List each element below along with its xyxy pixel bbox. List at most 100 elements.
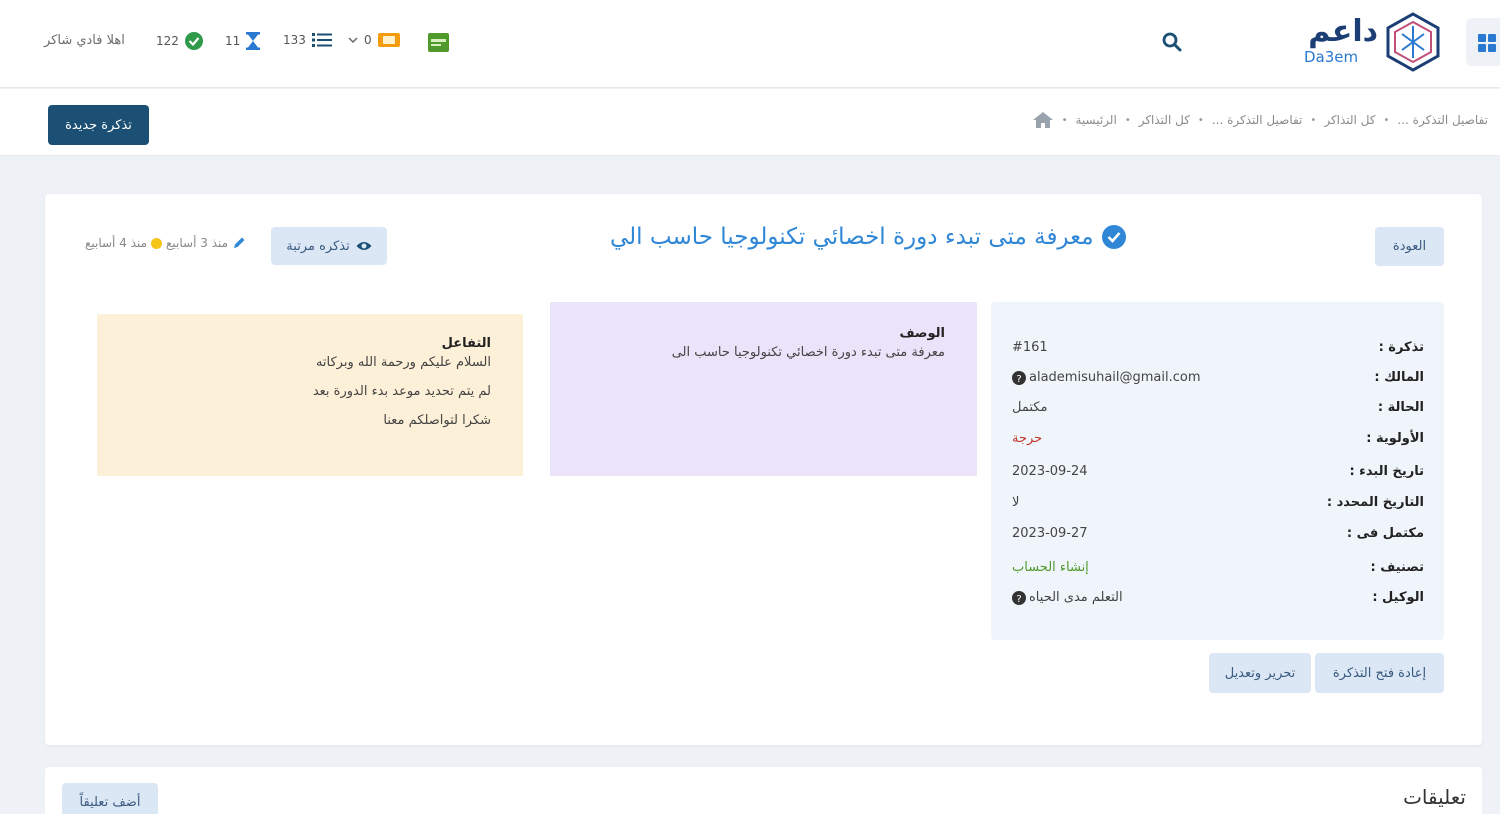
status-value: مكتمل (1012, 400, 1048, 415)
pending-count: 11 (225, 34, 241, 48)
ticket-details: تذكرة : #161 المالك : ? alademisuhail@gm… (991, 302, 1444, 640)
breadcrumb-item[interactable]: كل التذاكر (1139, 113, 1190, 127)
logo-text: داعم (1308, 14, 1378, 49)
interaction-heading: التفاعل (441, 336, 491, 351)
list-counter[interactable]: 133 (283, 32, 332, 48)
notice-button[interactable] (428, 33, 449, 52)
reopen-ticket-button[interactable]: إعادة فتح التذكرة (1315, 653, 1444, 693)
description-heading: الوصف (899, 326, 945, 341)
ticket-meta: منذ 3 أسابيع منذ 4 أسابيع (85, 236, 246, 250)
detail-label: تذكرة : (1378, 340, 1424, 355)
hourglass-icon (246, 32, 261, 50)
comments-title: تعليقات (1403, 785, 1466, 809)
top-header: داعم Da3em 0 133 11 122 اهلا فادي شاكر (0, 0, 1500, 88)
detail-row: التاريخ المحدد : لا (991, 495, 1444, 515)
detail-value: إنشاء الحساب (1012, 560, 1089, 575)
detail-row: المالك : ? alademisuhail@gmail.com (991, 370, 1444, 390)
back-button[interactable]: العودة (1375, 227, 1444, 266)
detail-row: الوكيل : ? التعلم مدى الحياه (991, 590, 1444, 610)
detail-label: تصنيف : (1370, 560, 1424, 575)
detail-row: الأولوية : حرجة (991, 431, 1444, 451)
sorted-ticket-button[interactable]: تذكره مرتبة (271, 227, 387, 265)
id-card-icon (428, 33, 449, 52)
breadcrumb-separator: • (1383, 114, 1390, 126)
detail-value: مكتمل (1012, 400, 1047, 415)
detail-value: ? التعلم مدى الحياه (1012, 590, 1123, 605)
chevron-down-icon (348, 37, 358, 44)
detail-value: حرجة (1012, 431, 1042, 446)
interaction-line: لم يتم تحديد موعد بدء الدورة بعد (312, 384, 491, 399)
ticket-title: معرفة متى تبدء دورة اخصائي تكنولوجيا حاس… (610, 224, 1126, 250)
apps-menu-button[interactable] (1466, 18, 1500, 66)
list-count: 133 (283, 33, 306, 47)
tickets-count: 0 (364, 33, 372, 47)
logo[interactable]: داعم Da3em (1296, 12, 1446, 72)
list-icon (311, 33, 332, 47)
detail-row: تاريخ البدء : 2023-09-24 (991, 464, 1444, 484)
check-circle-icon (184, 32, 203, 50)
detail-value: ? alademisuhail@gmail.com (1012, 370, 1201, 385)
breadcrumb-item[interactable]: تفاصيل التذكرة ... (1397, 113, 1488, 127)
due-date-value: لا (1012, 495, 1020, 510)
add-comment-button[interactable]: أضف تعليقاً (62, 783, 158, 814)
eye-icon (356, 242, 372, 250)
breadcrumb-bar: تذكرة جديدة • الرئيسية • كل التذاكر • تف… (0, 89, 1500, 156)
home-icon[interactable] (1032, 111, 1054, 129)
completed-count: 122 (156, 34, 179, 48)
breadcrumb: • الرئيسية • كل التذاكر • تفاصيل التذكرة… (1032, 111, 1488, 129)
breadcrumb-item[interactable]: تفاصيل التذكرة ... (1212, 113, 1303, 127)
detail-row: تصنيف : إنشاء الحساب (991, 560, 1444, 580)
edit-ticket-button[interactable]: تحرير وتعديل (1209, 653, 1311, 693)
detail-label: الأولوية : (1366, 431, 1424, 446)
status-dot-icon (151, 237, 163, 249)
interaction-box: التفاعل السلام عليكم ورحمة الله وبركاته … (97, 314, 523, 476)
breadcrumb-separator: • (1124, 114, 1131, 126)
ticket-card: العودة معرفة متى تبدء دورة اخصائي تكنولو… (45, 194, 1482, 745)
description-box: الوصف معرفة متى تبدء دورة اخصائي تكنولوج… (550, 302, 977, 476)
ticket-number: #161 (1012, 340, 1048, 355)
detail-value: 2023-09-24 (1012, 464, 1088, 479)
agent-value: التعلم مدى الحياه (1029, 590, 1123, 605)
grid-cell-icon (1478, 44, 1486, 52)
grid-cell-icon (1488, 34, 1496, 42)
detail-label: الحالة : (1377, 400, 1424, 415)
grid-cell-icon (1478, 34, 1486, 42)
detail-label: المالك : (1374, 370, 1424, 385)
search-icon (1162, 32, 1182, 52)
question-circle-icon[interactable]: ? (1012, 370, 1026, 385)
breadcrumb-item[interactable]: كل التذاكر (1324, 113, 1375, 127)
detail-value: لا (1012, 495, 1019, 510)
description-text: معرفة متى تبدء دورة اخصائي تكنولوجيا حاس… (671, 345, 945, 360)
new-ticket-button[interactable]: تذكرة جديدة (48, 105, 149, 145)
detail-label: الوكيل : (1372, 590, 1424, 605)
breadcrumb-item[interactable]: الرئيسية (1075, 113, 1116, 127)
detail-value: 2023-09-27 (1012, 526, 1088, 541)
created-time: منذ 4 أسابيع (85, 236, 148, 250)
pencil-icon (234, 237, 245, 248)
user-greeting[interactable]: اهلا فادي شاكر (44, 33, 125, 48)
tickets-counter[interactable]: 0 (348, 32, 400, 48)
comments-card: تعليقات أضف تعليقاً (45, 767, 1482, 814)
completed-counter[interactable]: 122 (156, 32, 203, 50)
sorted-ticket-label: تذكره مرتبة (286, 238, 350, 254)
edited-time: منذ 3 أسابيع (166, 236, 229, 250)
search-button[interactable] (1160, 30, 1184, 54)
detail-label: تاريخ البدء : (1349, 464, 1424, 479)
pending-counter[interactable]: 11 (225, 32, 261, 50)
svg-text:?: ? (1016, 374, 1021, 385)
completed-date-value: 2023-09-27 (1012, 526, 1088, 541)
breadcrumb-separator: • (1310, 114, 1317, 126)
question-circle-icon[interactable]: ? (1012, 590, 1026, 605)
breadcrumb-separator: • (1061, 114, 1068, 126)
detail-label: مكتمل فى : (1346, 526, 1424, 541)
verified-check-icon (1101, 225, 1126, 249)
interaction-line: شكرا لتواصلكم معنا (383, 413, 491, 428)
detail-value: #161 (1012, 340, 1048, 355)
grid-cell-icon (1488, 44, 1496, 52)
detail-row: مكتمل فى : 2023-09-27 (991, 526, 1444, 546)
interaction-line: السلام عليكم ورحمة الله وبركاته (315, 355, 491, 370)
detail-row: تذكرة : #161 (991, 340, 1444, 360)
owner-email: alademisuhail@gmail.com (1029, 370, 1201, 385)
start-date-value: 2023-09-24 (1012, 464, 1088, 479)
category-value: إنشاء الحساب (1012, 560, 1089, 575)
